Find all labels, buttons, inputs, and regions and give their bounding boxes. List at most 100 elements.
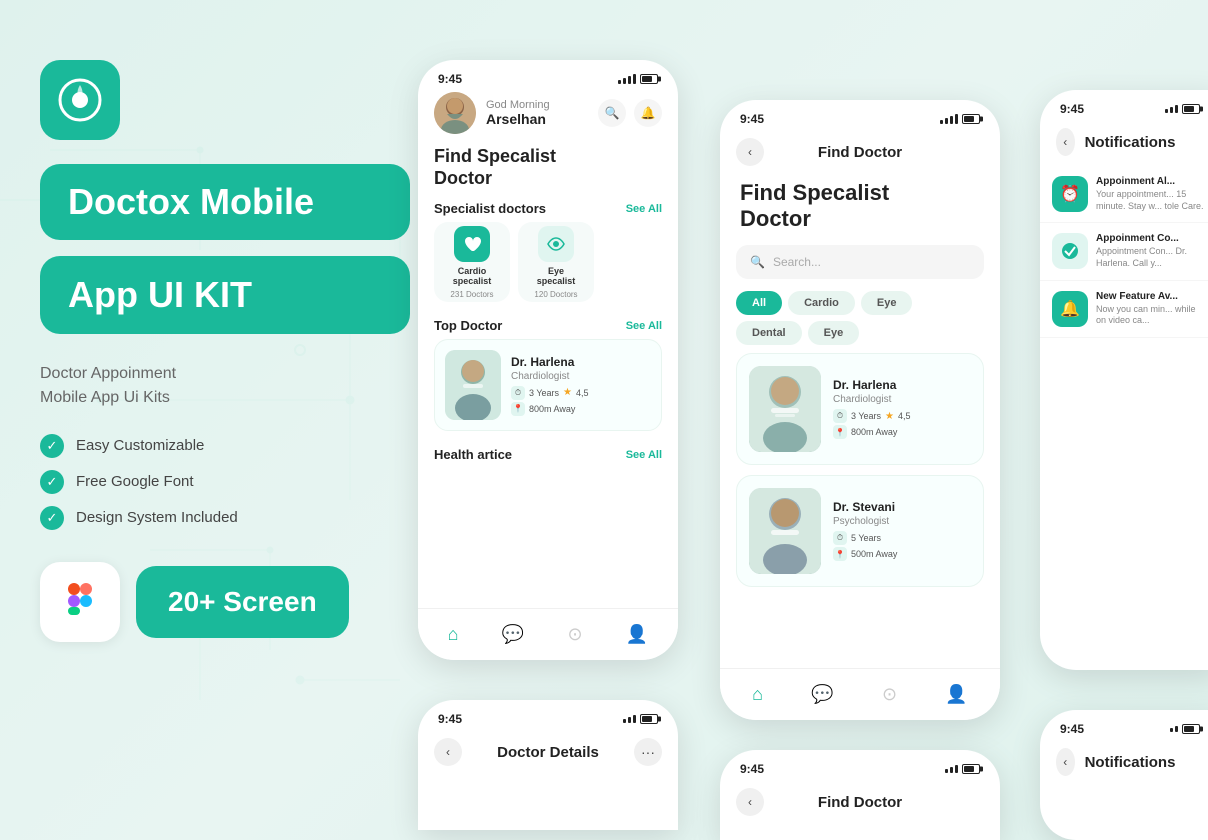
p5-status-icons — [945, 764, 980, 774]
search-icon-btn[interactable]: 🔍 — [598, 99, 626, 127]
phone5-header: ‹ Find Doctor — [720, 782, 1000, 826]
bottom-nav: ⌂ 💬 ⊙ 👤 — [418, 608, 678, 660]
p5-back-button[interactable]: ‹ — [736, 788, 764, 816]
search-bar[interactable]: 🔍 Search... — [736, 245, 984, 279]
check-icon-3: ✓ — [40, 506, 64, 530]
p2-clock-icon2: ⏱ — [833, 531, 847, 545]
p2-doctor1-info: Dr. Harlena Chardiologist ⏱ 3 Years ★ 4,… — [833, 378, 971, 439]
nav-home[interactable]: ⌂ — [448, 624, 459, 645]
notif-text-2: Appoinment Co... Appointment Con... Dr. … — [1096, 233, 1208, 269]
filter-eye[interactable]: Eye — [861, 291, 913, 315]
clock-icon: ⏱ — [511, 386, 525, 400]
user-avatar — [434, 92, 476, 134]
star-icon: ★ — [563, 387, 572, 398]
p2-doctor2-avatar — [749, 488, 821, 574]
nav-person[interactable]: 👤 — [626, 624, 648, 645]
notif-text-1: Appoinment Al... Your appointment... 15 … — [1096, 176, 1208, 212]
p6-status-icons — [1170, 724, 1200, 734]
specialist-section-header: Specialist doctors See All — [418, 193, 678, 222]
find-title: Find Specalist Doctor — [418, 142, 678, 193]
phone2-mockup: 9:45 ‹ Find Doctor Find Specalist Doctor… — [720, 100, 1000, 720]
doctor-list: Dr. Harlena Chardiologist ⏱ 3 Years ★ 4,… — [720, 353, 1000, 597]
doctor-list-card-1[interactable]: Dr. Harlena Chardiologist ⏱ 3 Years ★ 4,… — [736, 353, 984, 465]
p2-doc1-meta: ⏱ 3 Years ★ 4,5 📍 800m Away — [833, 409, 971, 439]
filter-all[interactable]: All — [736, 291, 782, 315]
left-panel: Doctox Mobile App UI KIT Doctor Appoinme… — [40, 60, 410, 642]
notif-item-1[interactable]: ⏰ Appoinment Al... Your appointment... 1… — [1040, 166, 1208, 223]
status-icons — [618, 74, 658, 84]
phone2-header: ‹ Find Doctor — [720, 132, 1000, 176]
phone1-mockup: 9:45 God Morning Arse — [418, 60, 678, 660]
feature-item-2: ✓ Free Google Font — [40, 470, 410, 494]
notif-item-3[interactable]: 🔔 New Feature Av... Now you can min... w… — [1040, 281, 1208, 338]
specialist-cards: Cardiospecalist 231 Doctors Eyespecalist… — [418, 222, 678, 310]
p4-more-button[interactable]: ··· — [634, 738, 662, 766]
p5-signal — [945, 765, 958, 773]
brand-subtitle-box: App UI KIT — [40, 256, 410, 334]
check-icon-2: ✓ — [40, 470, 64, 494]
filter-dental[interactable]: Dental — [736, 321, 802, 345]
p2-nav-person[interactable]: 👤 — [945, 684, 967, 705]
notifications-list: ⏰ Appoinment Al... Your appointment... 1… — [1040, 166, 1208, 338]
feature-list: ✓ Easy Customizable ✓ Free Google Font ✓… — [40, 434, 410, 530]
p2-nav-home[interactable]: ⌂ — [752, 684, 763, 705]
feature-item-3: ✓ Design System Included — [40, 506, 410, 530]
notif-clock-icon: ⏰ — [1052, 176, 1088, 212]
header-action-icons[interactable]: 🔍 🔔 — [598, 99, 662, 127]
p2-doctor2-info: Dr. Stevani Psychologist ⏱ 5 Years 📍 500… — [833, 500, 971, 561]
nav-chat[interactable]: 💬 — [502, 624, 524, 645]
phone4-mockup: 9:45 ‹ Doctor Details ··· — [418, 700, 678, 830]
phone1-greeting: God Morning Arselhan 🔍 🔔 — [418, 92, 678, 142]
phone6-mockup: 9:45 ‹ Notifications — [1040, 710, 1208, 840]
doctor-card-1[interactable]: Dr. Harlena Chardiologist ⏱ 3 Years ★ 4,… — [434, 339, 662, 431]
bell-icon-btn[interactable]: 🔔 — [634, 99, 662, 127]
p4-back-button[interactable]: ‹ — [434, 738, 462, 766]
filter-eye2[interactable]: Eye — [808, 321, 860, 345]
check-icon-1: ✓ — [40, 434, 64, 458]
doctor-list-card-2[interactable]: Dr. Stevani Psychologist ⏱ 5 Years 📍 500… — [736, 475, 984, 587]
screen-count-badge: 20+ Screen — [136, 566, 349, 638]
health-section-header: Health artice See All — [418, 439, 678, 468]
phone4-status-bar: 9:45 — [418, 700, 678, 732]
brand-title-box: Doctox Mobile — [40, 164, 410, 240]
notif-text-3: New Feature Av... Now you can min... whi… — [1096, 291, 1208, 327]
p4-signal — [623, 715, 636, 723]
doctor-meta: ⏱ 3 Years ★ 4,5 📍 800m Away — [511, 386, 651, 416]
cardio-icon — [454, 226, 490, 262]
filter-tabs: All Cardio Eye Dental Eye — [720, 291, 1000, 353]
p4-status-icons — [623, 714, 658, 724]
p3-battery — [1182, 104, 1200, 114]
p3-back-button[interactable]: ‹ — [1056, 128, 1075, 156]
p6-back-button[interactable]: ‹ — [1056, 748, 1075, 776]
p2-nav-grid[interactable]: ⊙ — [882, 684, 897, 705]
p4-battery — [640, 714, 658, 724]
top-doctor-header: Top Doctor See All — [418, 310, 678, 339]
back-button[interactable]: ‹ — [736, 138, 764, 166]
phone3-status-bar: 9:45 — [1040, 90, 1208, 122]
filter-cardio[interactable]: Cardio — [788, 291, 855, 315]
nav-profile[interactable]: ⊙ — [568, 624, 583, 645]
notif-check-icon — [1052, 233, 1088, 269]
eye-card[interactable]: Eyespecalist 120 Doctors — [518, 222, 594, 302]
p2-signal-icon — [940, 114, 958, 124]
brand-subtitle: App UI KIT — [68, 274, 382, 316]
bottom-row: 20+ Screen — [40, 562, 410, 642]
notif-item-2[interactable]: Appoinment Co... Appointment Con... Dr. … — [1040, 223, 1208, 280]
phone4-header: ‹ Doctor Details ··· — [418, 732, 678, 776]
greeting-text: God Morning Arselhan — [486, 99, 588, 127]
battery-icon — [640, 74, 658, 84]
p2-nav-chat[interactable]: 💬 — [811, 684, 833, 705]
phone2-status-bar: 9:45 — [720, 100, 1000, 132]
doctor-avatar — [445, 350, 501, 420]
p2-bottom-nav: ⌂ 💬 ⊙ 👤 — [720, 668, 1000, 720]
phone6-status-bar: 9:45 — [1040, 710, 1208, 742]
logo-icon — [57, 77, 103, 123]
p2-clock-icon: ⏱ — [833, 409, 847, 423]
phone5-mockup: 9:45 ‹ Find Doctor — [720, 750, 1000, 840]
signal-icon — [618, 74, 636, 84]
p6-battery — [1182, 724, 1200, 734]
phone1-status-bar: 9:45 — [418, 60, 678, 92]
p3-signal — [1165, 105, 1178, 113]
phone3-header: ‹ Notifications — [1040, 122, 1208, 166]
cardio-card[interactable]: Cardiospecalist 231 Doctors — [434, 222, 510, 302]
